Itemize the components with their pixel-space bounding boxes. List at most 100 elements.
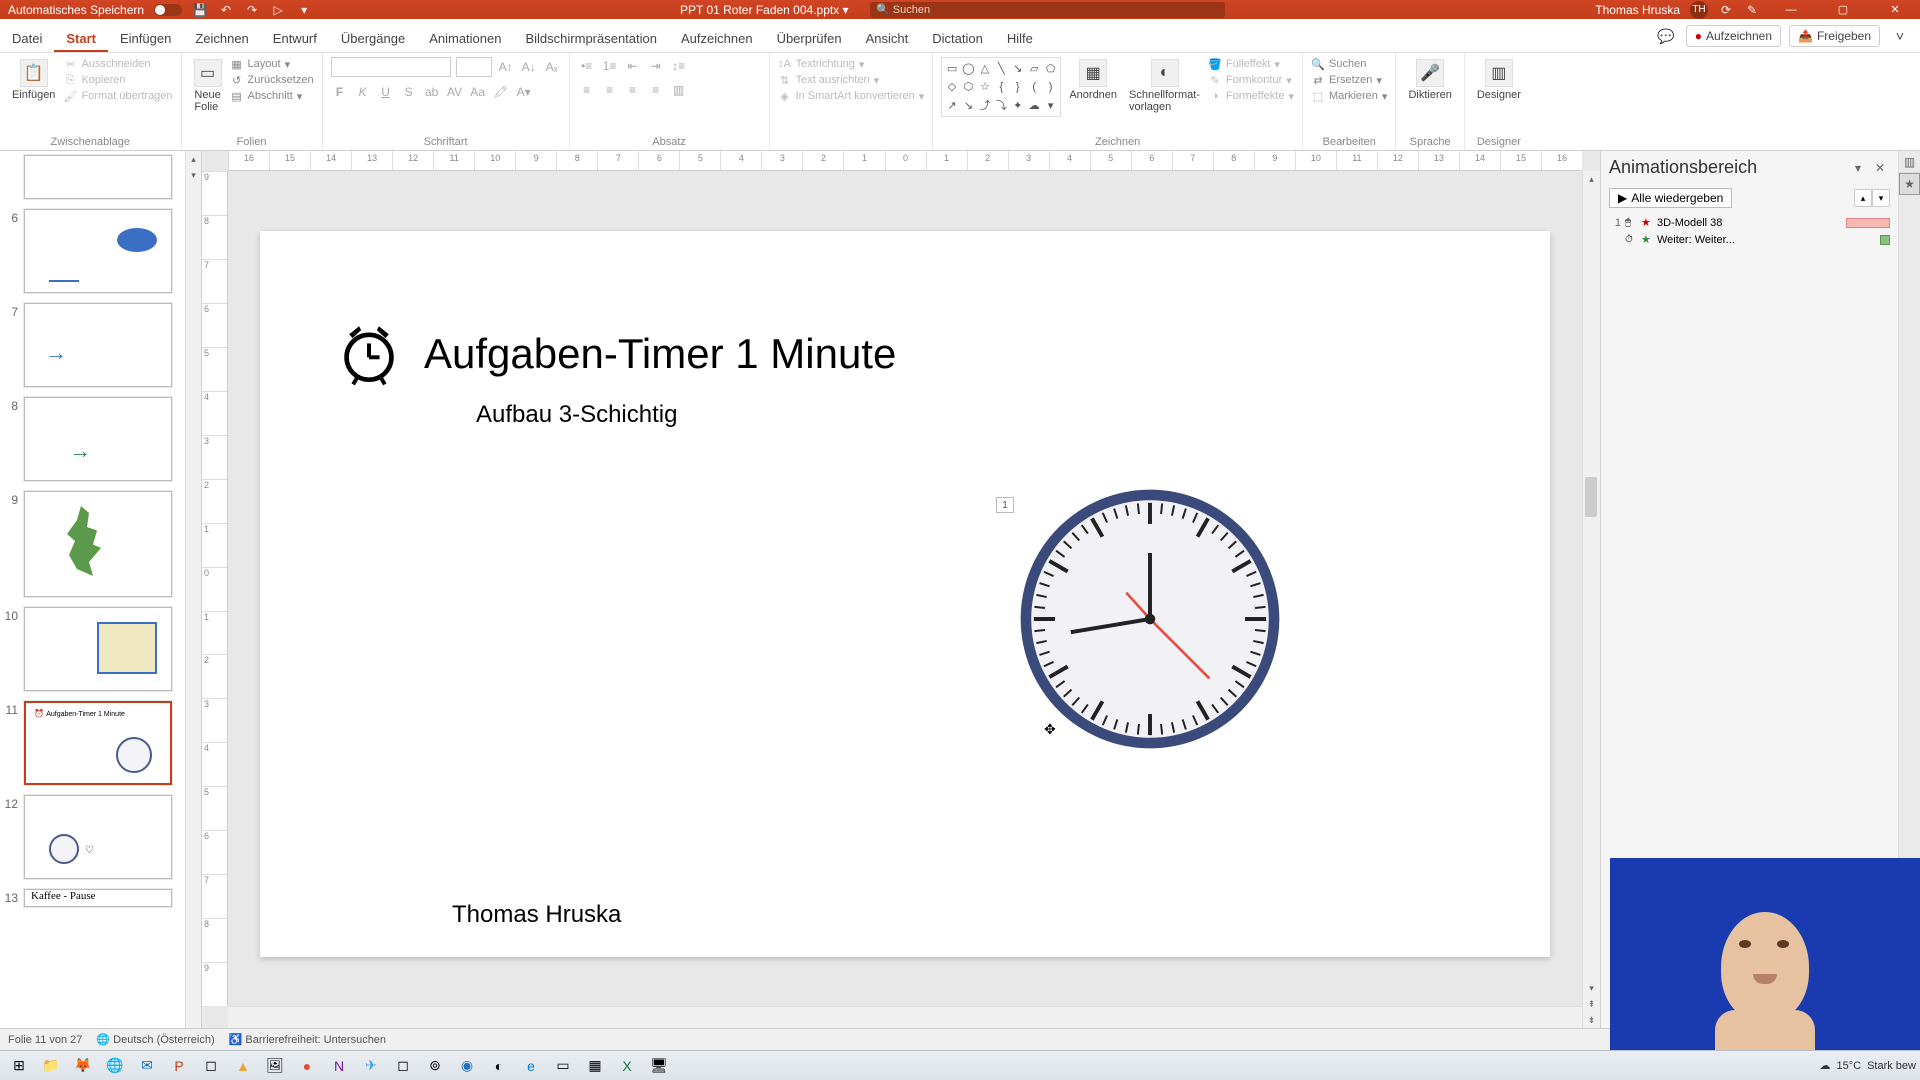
comments-icon[interactable]: 💬 [1654, 24, 1678, 48]
save-icon[interactable]: 💾 [192, 2, 208, 18]
cut-button[interactable]: ✂Ausschneiden [63, 57, 172, 71]
weather-widget[interactable]: ☁ 15°C Stark bew [1820, 1059, 1917, 1072]
edge-icon[interactable]: e [516, 1053, 546, 1079]
text-direction-button[interactable]: ↕ATextrichtung ▾ [778, 57, 925, 71]
canvas-v-scrollbar[interactable]: ▴▾ ⇞⇟ [1582, 171, 1600, 1028]
quick-styles-button[interactable]: ◐Schnellformat- vorlagen [1125, 57, 1204, 115]
smartart-button[interactable]: ◈In SmartArt konvertieren ▾ [778, 89, 925, 103]
tab-uebergaenge[interactable]: Übergänge [329, 31, 417, 52]
increase-font-icon[interactable]: A↑ [497, 58, 515, 76]
maximize-button[interactable]: ▢ [1822, 0, 1864, 19]
thumb-slide-5[interactable] [24, 155, 172, 199]
new-slide-button[interactable]: ▭Neue Folie [190, 57, 226, 115]
sync-icon[interactable]: ⟳ [1718, 2, 1734, 18]
chrome-icon[interactable]: 🌐 [100, 1053, 130, 1079]
format-painter-button[interactable]: 🖌Format übertragen [63, 89, 172, 103]
designer-button[interactable]: ▥Designer [1473, 57, 1525, 103]
columns-icon[interactable]: ▥ [670, 81, 688, 99]
autosave-toggle[interactable] [154, 4, 182, 16]
shapes-gallery[interactable]: ▭◯△╲↘▱⬠ ◇⬡☆{}() ↗↘⤴⤵✦☁▾ [941, 57, 1061, 117]
app-icon-6[interactable]: ⊚ [420, 1053, 450, 1079]
shape-effects-button[interactable]: ◑Formeffekte ▾ [1208, 89, 1294, 103]
tab-ansicht[interactable]: Ansicht [854, 31, 921, 52]
app-icon-3[interactable]: 🖼 [260, 1053, 290, 1079]
app-icon-9[interactable]: ▭ [548, 1053, 578, 1079]
arrange-button[interactable]: ▦Anordnen [1065, 57, 1121, 103]
start-button[interactable]: ⊞ [4, 1053, 34, 1079]
thumb-slide-9[interactable] [24, 491, 172, 597]
language-status[interactable]: 🌐 Deutsch (Österreich) [96, 1033, 214, 1046]
app-icon-8[interactable]: ◐ [484, 1053, 514, 1079]
select-button[interactable]: ⬚Markieren ▾ [1311, 89, 1387, 103]
tab-dictation[interactable]: Dictation [920, 31, 995, 52]
tab-hilfe[interactable]: Hilfe [995, 31, 1045, 52]
app-icon-11[interactable]: 🖥 [644, 1053, 674, 1079]
tab-bildschirmpraesentation[interactable]: Bildschirmpräsentation [513, 31, 669, 52]
app-icon-1[interactable]: ◻ [196, 1053, 226, 1079]
thumb-slide-12[interactable]: ♡ [24, 795, 172, 879]
numbering-icon[interactable]: 1≡ [601, 57, 619, 75]
collapse-ribbon-icon[interactable]: ˅ [1888, 24, 1912, 48]
move-up-button[interactable]: ▴ [1854, 189, 1872, 207]
outlook-icon[interactable]: ✉ [132, 1053, 162, 1079]
align-center-icon[interactable]: ≡ [601, 81, 619, 99]
tab-aufzeichnen[interactable]: Aufzeichnen [669, 31, 765, 52]
app-icon-2[interactable]: ▲ [228, 1053, 258, 1079]
clock-3d-model[interactable] [1018, 487, 1282, 751]
close-button[interactable]: ✕ [1874, 0, 1916, 19]
pane-options-icon[interactable]: ▾ [1848, 158, 1868, 178]
thumb-slide-6[interactable] [24, 209, 172, 293]
explorer-icon[interactable]: 📁 [36, 1053, 66, 1079]
bullets-icon[interactable]: •≡ [578, 57, 596, 75]
app-icon-5[interactable]: ◻ [388, 1053, 418, 1079]
play-all-button[interactable]: ▶ Alle wiedergeben [1609, 188, 1732, 208]
case-icon[interactable]: Aa [469, 83, 487, 101]
font-color-icon[interactable]: A▾ [515, 83, 533, 101]
thumb-slide-10[interactable] [24, 607, 172, 691]
find-button[interactable]: 🔍Suchen [1311, 57, 1387, 71]
increase-indent-icon[interactable]: ⇥ [647, 57, 665, 75]
dictate-button[interactable]: 🎤Diktieren [1404, 57, 1455, 103]
firefox-icon[interactable]: 🦊 [68, 1053, 98, 1079]
font-size-select[interactable] [456, 57, 492, 77]
spacing-icon[interactable]: AV [446, 83, 464, 101]
canvas-h-scrollbar[interactable] [228, 1006, 1582, 1028]
tab-zeichnen[interactable]: Zeichnen [183, 31, 260, 52]
redo-icon[interactable]: ↷ [244, 2, 260, 18]
anim-item-2[interactable]: ⏱ ★ Weiter: Weiter... [1607, 231, 1892, 248]
section-button[interactable]: ▤Abschnitt ▾ [230, 89, 314, 103]
tab-ueberpruefen[interactable]: Überprüfen [765, 31, 854, 52]
reset-button[interactable]: ↺Zurücksetzen [230, 73, 314, 87]
replace-button[interactable]: ⇄Ersetzen ▾ [1311, 73, 1387, 87]
copy-button[interactable]: ⎘Kopieren [63, 73, 172, 87]
thumb-slide-11[interactable]: ⏰ Aufgaben-Timer 1 Minute [24, 701, 172, 785]
tab-animationen[interactable]: Animationen [417, 31, 513, 52]
align-text-button[interactable]: ⇅Text ausrichten ▾ [778, 73, 925, 87]
from-beginning-icon[interactable]: ▷ [270, 2, 286, 18]
justify-icon[interactable]: ≡ [647, 81, 665, 99]
move-down-button[interactable]: ▾ [1872, 189, 1890, 207]
excel-icon[interactable]: X [612, 1053, 642, 1079]
underline-icon[interactable]: U [377, 83, 395, 101]
thumb-slide-13[interactable]: Kaffee - Pause [24, 889, 172, 907]
search-box[interactable]: 🔍 Suchen [870, 2, 1225, 18]
app-icon-4[interactable]: ● [292, 1053, 322, 1079]
thumbs-scrollbar[interactable]: ▴▾ [185, 151, 201, 1028]
record-button[interactable]: ●Aufzeichnen [1686, 25, 1781, 47]
align-right-icon[interactable]: ≡ [624, 81, 642, 99]
pane-close-icon[interactable]: ✕ [1870, 158, 1890, 178]
bold-icon[interactable]: F [331, 83, 349, 101]
clear-format-icon[interactable]: Aₓ [543, 58, 561, 76]
more-qat-icon[interactable]: ▾ [296, 2, 312, 18]
app-icon-10[interactable]: ▦ [580, 1053, 610, 1079]
undo-icon[interactable]: ↶ [218, 2, 234, 18]
strike-icon[interactable]: S [400, 83, 418, 101]
user-avatar[interactable]: TH [1690, 1, 1708, 19]
minimize-button[interactable]: — [1770, 0, 1812, 19]
highlight-icon[interactable]: 🖍 [492, 83, 510, 101]
tab-start[interactable]: Start [54, 31, 108, 52]
thumb-slide-8[interactable]: → [24, 397, 172, 481]
shadow-icon[interactable]: ab [423, 83, 441, 101]
tab-entwurf[interactable]: Entwurf [261, 31, 329, 52]
side-tab-1[interactable]: ▥ [1899, 151, 1920, 173]
